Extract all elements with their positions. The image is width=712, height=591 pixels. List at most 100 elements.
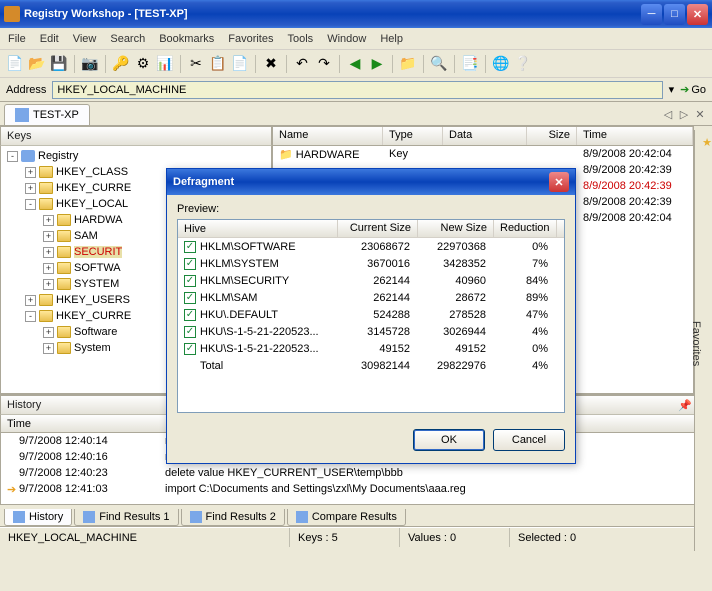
bottom-tab-history[interactable]: History xyxy=(4,509,72,526)
world-icon[interactable]: 🌐 xyxy=(492,55,510,73)
delete-icon[interactable]: ✖ xyxy=(262,55,280,73)
tree-label: HKEY_LOCAL xyxy=(56,198,128,210)
menu-edit[interactable]: Edit xyxy=(40,33,59,45)
hive-row[interactable]: ✓HKU\S-1-5-21-220523...314572830269444% xyxy=(178,323,564,340)
bottom-tab-find-results-1[interactable]: Find Results 1 xyxy=(74,509,178,526)
dropdown-icon[interactable]: ▾ xyxy=(669,83,675,96)
forward-icon[interactable]: ▶ xyxy=(368,55,386,73)
expand-icon[interactable]: - xyxy=(7,151,18,162)
col-hive[interactable]: Hive xyxy=(178,220,338,237)
expand-icon[interactable]: + xyxy=(43,215,54,226)
save-icon[interactable]: 💾 xyxy=(50,55,68,73)
go-button[interactable]: ➔Go xyxy=(680,83,706,96)
dialog-titlebar: Defragment ✕ xyxy=(167,169,575,195)
paste-icon[interactable]: 📄 xyxy=(231,55,249,73)
expand-icon[interactable]: + xyxy=(43,247,54,258)
history-row[interactable]: 9/7/2008 12:40:23delete value HKEY_CURRE… xyxy=(1,465,711,481)
minimize-button[interactable]: ─ xyxy=(641,4,662,25)
col-data[interactable]: Data xyxy=(443,127,527,145)
checkbox-icon[interactable]: ✓ xyxy=(184,326,196,338)
menu-help[interactable]: Help xyxy=(380,33,403,45)
expand-icon[interactable]: + xyxy=(25,295,36,306)
tab-testxp[interactable]: TEST-XP xyxy=(4,104,90,125)
tab-next-icon[interactable]: ▷ xyxy=(677,108,691,122)
menu-favorites[interactable]: Favorites xyxy=(228,33,273,45)
help-icon[interactable]: ❔ xyxy=(514,55,532,73)
expand-icon[interactable]: + xyxy=(25,183,36,194)
expand-icon[interactable]: + xyxy=(43,279,54,290)
col-time[interactable]: Time xyxy=(577,127,693,145)
back-icon[interactable]: ◀ xyxy=(346,55,364,73)
settings-icon[interactable]: ⚙ xyxy=(134,55,152,73)
expand-icon[interactable]: - xyxy=(25,311,36,322)
col-name[interactable]: Name xyxy=(273,127,383,145)
expand-icon[interactable]: + xyxy=(43,231,54,242)
title-bar: Registry Workshop - [TEST-XP] ─ □ ✕ xyxy=(0,0,712,28)
bookmark-icon[interactable]: 📑 xyxy=(461,55,479,73)
col-type[interactable]: Type xyxy=(383,127,443,145)
bottom-tab-find-results-2[interactable]: Find Results 2 xyxy=(181,509,285,526)
ok-button[interactable]: OK xyxy=(413,429,485,451)
open-icon[interactable]: 📂 xyxy=(28,55,46,73)
defragment-dialog: Defragment ✕ Preview: Hive Current Size … xyxy=(166,168,576,464)
tree-label: System xyxy=(74,342,111,354)
checkbox-icon[interactable]: ✓ xyxy=(184,292,196,304)
bottom-tab-compare-results[interactable]: Compare Results xyxy=(287,509,406,526)
redo-icon[interactable]: ↷ xyxy=(315,55,333,73)
tree-label: SAM xyxy=(74,230,98,242)
col-new-size[interactable]: New Size xyxy=(418,220,494,237)
copy-icon[interactable]: 📋 xyxy=(209,55,227,73)
hive-row[interactable]: ✓HKLM\SECURITY2621444096084% xyxy=(178,272,564,289)
favorites-sidebar[interactable]: ★ Favorites xyxy=(694,130,712,551)
camera-icon[interactable]: 📷 xyxy=(81,55,99,73)
cut-icon[interactable]: ✂ xyxy=(187,55,205,73)
col-current-size[interactable]: Current Size xyxy=(338,220,418,237)
expand-icon[interactable]: + xyxy=(43,327,54,338)
hive-row[interactable]: ✓HKU\.DEFAULT52428827852847% xyxy=(178,306,564,323)
menu-file[interactable]: File xyxy=(8,33,26,45)
tab-icon xyxy=(296,511,308,523)
menu-view[interactable]: View xyxy=(73,33,97,45)
expand-icon[interactable]: + xyxy=(43,263,54,274)
tab-prev-icon[interactable]: ◁ xyxy=(661,108,675,122)
folder-icon xyxy=(39,294,53,306)
history-row[interactable]: ➔9/7/2008 12:41:03import C:\Documents an… xyxy=(1,481,711,497)
col-reduction[interactable]: Reduction xyxy=(494,220,557,237)
undo-icon[interactable]: ↶ xyxy=(293,55,311,73)
col-size[interactable]: Size xyxy=(527,127,577,145)
menu-bookmarks[interactable]: Bookmarks xyxy=(159,33,214,45)
checkbox-icon[interactable]: ✓ xyxy=(184,343,196,355)
hive-row[interactable]: ✓HKLM\SYSTEM367001634283527% xyxy=(178,255,564,272)
expand-icon[interactable]: + xyxy=(25,167,36,178)
close-button[interactable]: ✕ xyxy=(687,4,708,25)
col-time[interactable]: Time xyxy=(7,418,31,430)
menu-window[interactable]: Window xyxy=(327,33,366,45)
up-icon[interactable]: 📁 xyxy=(399,55,417,73)
checkbox-icon[interactable]: ✓ xyxy=(184,241,196,253)
tree-row[interactable]: -Registry xyxy=(1,148,271,164)
address-input[interactable] xyxy=(52,81,662,99)
tab-close-icon[interactable]: ✕ xyxy=(693,108,707,122)
menu-bar: File Edit View Search Bookmarks Favorites Tool… xyxy=(0,28,712,50)
checkbox-icon[interactable]: ✓ xyxy=(184,309,196,321)
comp-icon xyxy=(21,150,35,162)
hive-row[interactable]: ✓HKLM\SAM2621442867289% xyxy=(178,289,564,306)
menu-tools[interactable]: Tools xyxy=(288,33,314,45)
search-icon[interactable]: 🔍 xyxy=(430,55,448,73)
hive-row[interactable]: ✓HKLM\SOFTWARE23068672229703680% xyxy=(178,238,564,255)
binary-icon[interactable]: 📊 xyxy=(156,55,174,73)
new-icon[interactable]: 📄 xyxy=(6,55,24,73)
key-icon[interactable]: 🔑 xyxy=(112,55,130,73)
folder-icon xyxy=(57,230,71,242)
checkbox-icon[interactable]: ✓ xyxy=(184,275,196,287)
cancel-button[interactable]: Cancel xyxy=(493,429,565,451)
maximize-button[interactable]: □ xyxy=(664,4,685,25)
list-row[interactable]: 📁 HARDWAREKey8/9/2008 20:42:04 xyxy=(273,146,693,162)
expand-icon[interactable]: - xyxy=(25,199,36,210)
expand-icon[interactable]: + xyxy=(43,343,54,354)
dialog-close-button[interactable]: ✕ xyxy=(549,172,569,192)
hive-list[interactable]: Hive Current Size New Size Reduction ✓HK… xyxy=(177,219,565,413)
checkbox-icon[interactable]: ✓ xyxy=(184,258,196,270)
hive-row[interactable]: ✓HKU\S-1-5-21-220523...49152491520% xyxy=(178,340,564,357)
menu-search[interactable]: Search xyxy=(110,33,145,45)
